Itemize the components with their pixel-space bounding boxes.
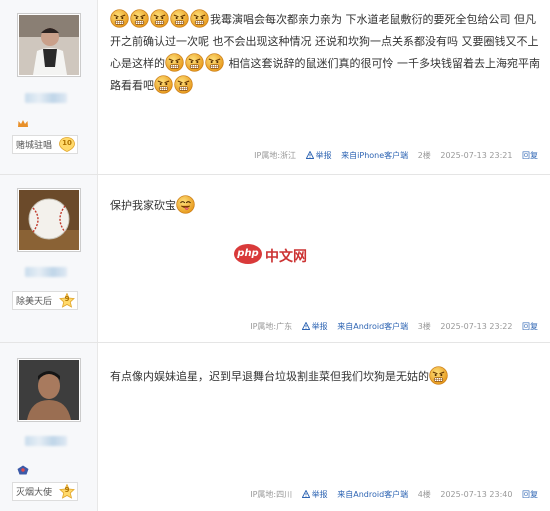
post-footer: IP属地:浙江 举报 来自iPhone客户端 2楼 2025-07-13 23:… <box>254 150 538 161</box>
emoticon-angry-icon <box>110 13 210 26</box>
username-blurred[interactable] <box>25 93 67 103</box>
user-title-text: 灭烟大使 <box>16 488 53 498</box>
client-link[interactable]: 来自Android客户端 <box>337 322 408 331</box>
warning-icon <box>301 490 310 498</box>
post-text: 有点像内娱妹追星，迟到早退舞台垃圾割韭菜但我们坎狗是无姑的 <box>110 370 429 383</box>
user-title-text: 赌城驻唱 <box>16 141 53 151</box>
level-badge-icon: 10 <box>59 137 75 152</box>
watermark-text: 中文网 <box>265 249 307 265</box>
client-link[interactable]: 来自iPhone客户端 <box>341 151 408 160</box>
emoticon-angry-icon <box>165 57 225 70</box>
emoticon-angry-icon <box>429 370 449 383</box>
user-sidebar: 赌城驻唱 10 <box>0 0 98 174</box>
crown-badge-icon <box>17 113 29 132</box>
avatar[interactable] <box>17 13 81 77</box>
level-number: 9 <box>64 486 70 494</box>
post-footer: IP属地:广东 举报 来自Android客户端 3楼 2025-07-13 23… <box>250 321 538 332</box>
post-time: 2025-07-13 23:22 <box>440 322 513 331</box>
report-label: 举报 <box>311 490 328 499</box>
user-title-text: 除美天后 <box>16 297 53 307</box>
post-floor-2: 赌城驻唱 10 我霉演唱会每次都亲力亲为 下水道老鼠敷衍的要死全包给公司 但凡开… <box>0 0 550 175</box>
post-content: 保护我家砍宝 <box>110 195 542 217</box>
report-link[interactable]: 举报 <box>301 322 328 331</box>
username-blurred[interactable] <box>25 267 67 277</box>
floor-number: 3楼 <box>417 322 431 331</box>
post-content: 有点像内娱妹追星，迟到早退舞台垃圾割韭菜但我们坎狗是无姑的 <box>110 366 542 388</box>
level-badge-icon: 9 <box>59 483 75 499</box>
ip-location: IP属地:广东 <box>250 322 293 331</box>
emoticon-tongue-icon <box>176 199 196 212</box>
post-floor-4: 灭烟大使 9 有点像内娱妹追星，迟到早退舞台垃圾割韭菜但我们坎狗是无姑的 IP属… <box>0 343 550 511</box>
user-sidebar: 除美天后 9 <box>0 175 98 342</box>
post-text: 保护我家砍宝 <box>110 199 176 212</box>
warning-icon <box>305 151 314 159</box>
user-title-badge[interactable]: 灭烟大使 9 <box>12 482 78 501</box>
user-title-badge[interactable]: 除美天后 9 <box>12 291 78 310</box>
report-link[interactable]: 举报 <box>301 490 328 499</box>
level-number: 9 <box>64 295 70 303</box>
emoticon-angry-icon <box>154 79 194 92</box>
post-time: 2025-07-13 23:40 <box>440 490 513 499</box>
ip-location: IP属地:浙江 <box>254 151 297 160</box>
site-watermark: php 中文网 <box>234 244 318 266</box>
avatar[interactable] <box>17 358 81 422</box>
user-title-badge[interactable]: 赌城驻唱 10 <box>12 135 78 154</box>
reply-button[interactable]: 回复 <box>522 490 538 499</box>
emblem-badge-icon <box>17 460 29 479</box>
post-footer: IP属地:四川 举报 来自Android客户端 4楼 2025-07-13 23… <box>250 489 538 500</box>
user-sidebar: 灭烟大使 9 <box>0 343 98 511</box>
ip-location: IP属地:四川 <box>250 490 293 499</box>
level-number: 10 <box>62 139 72 147</box>
avatar[interactable] <box>17 188 81 252</box>
report-label: 举报 <box>311 322 328 331</box>
report-label: 举报 <box>315 151 332 160</box>
warning-icon <box>301 322 310 330</box>
watermark-logo: php <box>234 244 262 264</box>
reply-button[interactable]: 回复 <box>522 322 538 331</box>
report-link[interactable]: 举报 <box>305 151 332 160</box>
floor-number: 4楼 <box>417 490 431 499</box>
floor-number: 2楼 <box>417 151 431 160</box>
reply-button[interactable]: 回复 <box>522 151 538 160</box>
post-content: 我霉演唱会每次都亲力亲为 下水道老鼠敷衍的要死全包给公司 但凡开之前确认过一次呢… <box>110 9 542 97</box>
post-time: 2025-07-13 23:21 <box>440 151 513 160</box>
level-badge-icon: 9 <box>59 292 75 308</box>
client-link[interactable]: 来自Android客户端 <box>337 490 408 499</box>
username-blurred[interactable] <box>25 436 67 446</box>
